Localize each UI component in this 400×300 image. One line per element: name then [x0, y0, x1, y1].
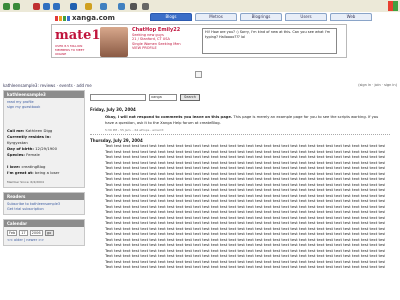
profile-value: Kathleen Digg [25, 128, 53, 133]
edit-icon[interactable] [142, 3, 149, 10]
tab-web[interactable]: Web [330, 13, 372, 21]
calendar-go-button[interactable]: go [44, 230, 54, 236]
post-divider [90, 134, 390, 135]
breadcrumb[interactable]: kathleensample3: reviews · events · add … [3, 83, 92, 88]
home-icon[interactable] [53, 3, 60, 10]
older-newer-links[interactable]: << older | newer >> [7, 238, 81, 243]
profile-photo [7, 110, 83, 128]
search-button[interactable]: Search [180, 93, 201, 101]
profile-box: kathleensample3 read my profile sign my … [3, 90, 85, 188]
post-text-line: Text test text test text test text test … [105, 165, 385, 170]
profile-value: creatingBlog [21, 164, 46, 169]
ad-photo [100, 27, 128, 57]
mail-icon[interactable] [118, 3, 125, 10]
post-body: Text test text test text test text test … [105, 143, 385, 270]
profile-label: I'm great at: [7, 170, 34, 175]
year-select[interactable]: 2006 [29, 230, 43, 236]
profile-label: Species: [7, 152, 25, 157]
forward-icon[interactable] [13, 3, 20, 10]
search-scope-select[interactable]: xanga [149, 93, 177, 101]
ad-brand: mate1 [55, 28, 101, 43]
windows-logo-icon [388, 1, 398, 11]
ad-message-box[interactable]: Hi! How are you? :) Sorry, I'm kind of n… [202, 28, 337, 54]
favorites-icon[interactable] [85, 3, 92, 10]
site-header: xanga.com Blogs Metros Blogrings Users Web m… [0, 12, 400, 68]
profile-label: I love: [7, 164, 21, 169]
profile-value: Female [26, 152, 40, 157]
readers-box-title: Readers [4, 193, 84, 200]
day-select[interactable]: 17 [19, 230, 28, 236]
post-text-line: Text test text test text test text test … [105, 242, 385, 247]
search-icon[interactable] [70, 3, 77, 10]
top-right-links[interactable]: (sign in · join · sign in) [358, 83, 397, 87]
post-text-line: Text test text test text test text test … [105, 264, 385, 269]
post-text-line: Text test text test text test text test … [105, 187, 385, 192]
ad-view-profile-link[interactable]: VIEW PROFILE [132, 46, 202, 51]
back-icon[interactable] [3, 3, 10, 10]
trial-subscription-link[interactable]: Get trial subscription [7, 207, 81, 212]
ad-info-icon[interactable] [195, 71, 202, 78]
post-text-line: Text test text test text test text test … [105, 220, 385, 225]
post-date: Friday, July 30, 2004 [90, 107, 136, 112]
post-footer[interactable]: 5:39 PM - 55 Jam. - 64 eProps - email It [105, 128, 396, 132]
breadcrumb-bar: kathleensample3: reviews · events · add … [0, 82, 400, 90]
xanga-logo[interactable]: xanga.com [55, 14, 115, 22]
profile-value: Kyrgyzstan [7, 140, 28, 145]
history-icon[interactable] [100, 3, 107, 10]
tab-users[interactable]: Users [285, 13, 327, 21]
profile-label: Day of birth: [7, 146, 34, 151]
advertisement-banner[interactable]: mate1 OVER 8.5 MILLION MEMBERS TO MEET O… [51, 24, 347, 58]
refresh-icon[interactable] [43, 3, 50, 10]
calendar-box: Calendar Feb 17 2006 go << older | newer… [3, 219, 85, 246]
calendar-box-title: Calendar [4, 220, 84, 227]
search-row: xanga Search [90, 90, 396, 104]
post-text-line: Text test text test text test text test … [105, 176, 385, 181]
post-text-line: Text test text test text test text test … [105, 154, 385, 159]
tab-blogrings[interactable]: Blogrings [240, 13, 282, 21]
post-text-line: Text test text test text test text test … [105, 209, 385, 214]
browser-toolbar [0, 0, 400, 12]
post-text-line: Text test text test text test text test … [105, 198, 385, 203]
ad-chat-info: ChatHop Emily22 Seeking new guys 21 / St… [132, 28, 202, 51]
profile-value: 12/29/1900 [35, 146, 58, 151]
profile-row: Currently resides in: Kyrgyzstan [7, 134, 81, 146]
post-text-line: Text test text test text test text test … [105, 253, 385, 258]
post-text-line: Text test text test text test text test … [105, 231, 385, 236]
post-bold-text: Okay, I will not respond to comments you… [105, 115, 233, 119]
tab-blogs[interactable]: Blogs [150, 13, 192, 21]
print-icon[interactable] [130, 3, 137, 10]
profile-box-title: kathleensample3 [4, 91, 84, 98]
post-text-line: Text test text test text test text test … [105, 143, 385, 148]
member-since: Member Since: 6/4/2004 [7, 180, 44, 184]
profile-label: Call me: [7, 128, 25, 133]
main-content: xanga Search Friday, July 30, 2004 Okay,… [90, 90, 396, 300]
search-input[interactable] [90, 93, 146, 101]
nav-tabs: Blogs Metros Blogrings Users Web [150, 13, 372, 21]
profile-label: Currently resides in: [7, 134, 51, 139]
month-select[interactable]: Feb [7, 230, 18, 236]
logo-text: xanga.com [72, 14, 115, 22]
profile-value: being a loser [34, 170, 60, 175]
post-body: Okay, I will not respond to comments you… [105, 115, 385, 126]
ad-brand-sub: OVER 8.5 MILLION MEMBERS TO MEET ONLINE [55, 44, 85, 56]
sidebar: kathleensample3 read my profile sign my … [3, 90, 85, 250]
tab-metros[interactable]: Metros [195, 13, 237, 21]
readers-box: Readers Subscribe to kathleensample3 Get… [3, 192, 85, 215]
stop-icon[interactable] [33, 3, 40, 10]
